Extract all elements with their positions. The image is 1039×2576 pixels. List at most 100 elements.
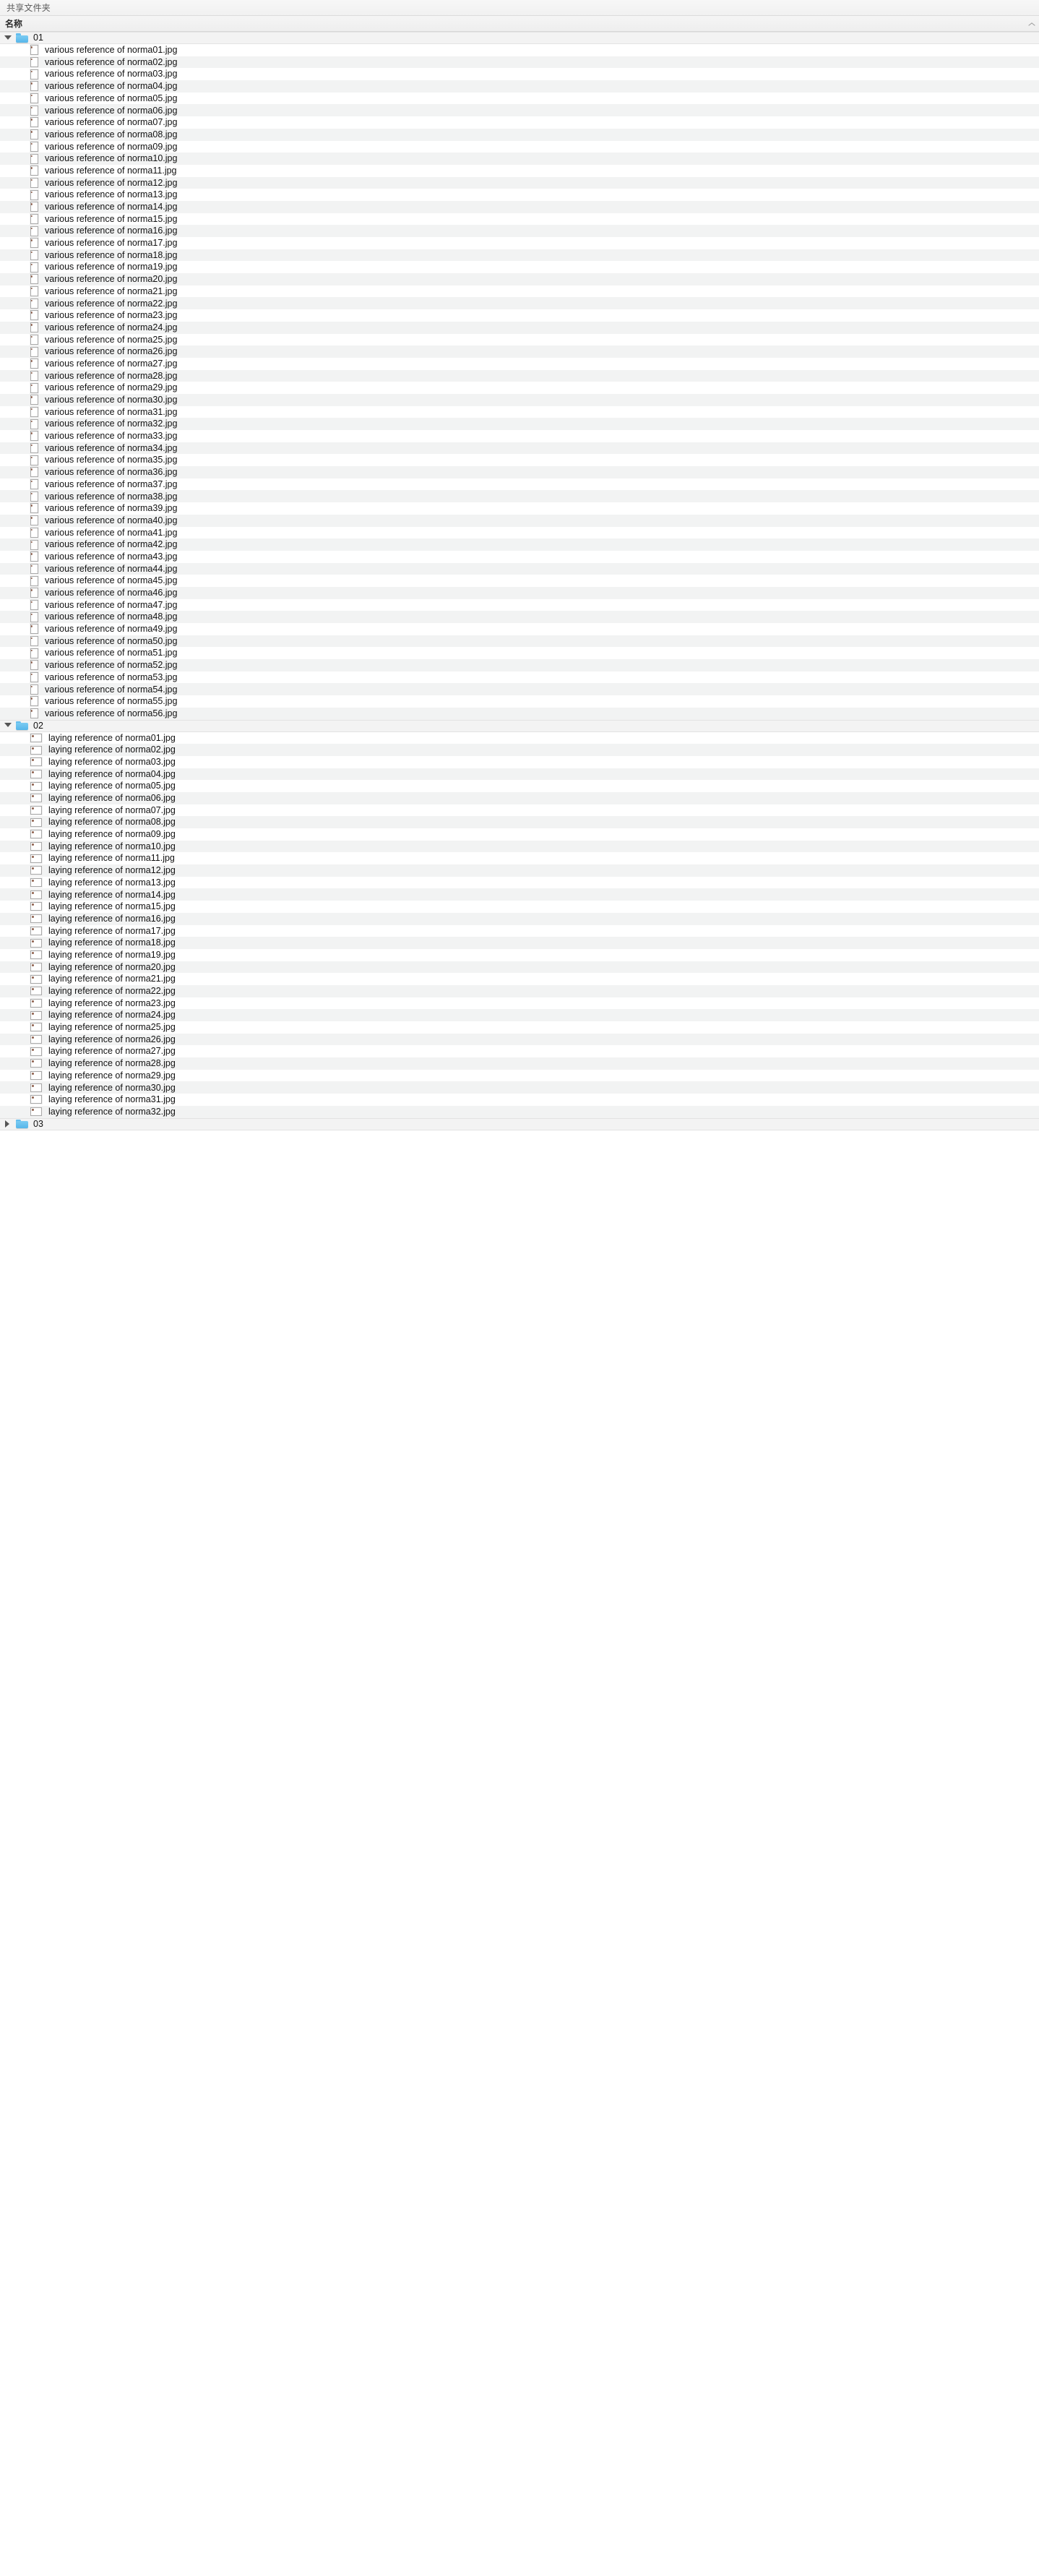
file-row[interactable]: various reference of norma12.jpg (0, 176, 1039, 189)
file-row[interactable]: laying reference of norma05.jpg (0, 780, 1039, 792)
file-row[interactable]: laying reference of norma19.jpg (0, 948, 1039, 961)
file-row[interactable]: laying reference of norma21.jpg (0, 973, 1039, 985)
column-header-name[interactable]: 名称 (0, 16, 1039, 32)
file-row[interactable]: various reference of norma29.jpg (0, 382, 1039, 394)
file-row[interactable]: laying reference of norma09.jpg (0, 828, 1039, 841)
file-row[interactable]: various reference of norma39.jpg (0, 502, 1039, 515)
file-row[interactable]: laying reference of norma11.jpg (0, 852, 1039, 865)
file-row[interactable]: laying reference of norma24.jpg (0, 1009, 1039, 1021)
file-row[interactable]: various reference of norma32.jpg (0, 418, 1039, 430)
file-row[interactable]: various reference of norma30.jpg (0, 393, 1039, 406)
file-row[interactable]: various reference of norma24.jpg (0, 321, 1039, 334)
file-row[interactable]: various reference of norma56.jpg (0, 707, 1039, 720)
file-row[interactable]: laying reference of norma18.jpg (0, 937, 1039, 949)
file-row[interactable]: various reference of norma07.jpg (0, 116, 1039, 129)
file-row[interactable]: laying reference of norma25.jpg (0, 1021, 1039, 1034)
file-row[interactable]: various reference of norma45.jpg (0, 575, 1039, 587)
file-row[interactable]: laying reference of norma27.jpg (0, 1045, 1039, 1058)
file-row[interactable]: various reference of norma08.jpg (0, 128, 1039, 141)
folder-row[interactable]: 02 (0, 719, 1039, 732)
file-row[interactable]: various reference of norma41.jpg (0, 526, 1039, 539)
file-row[interactable]: laying reference of norma01.jpg (0, 731, 1039, 744)
file-row[interactable]: various reference of norma01.jpg (0, 44, 1039, 56)
file-row[interactable]: various reference of norma48.jpg (0, 611, 1039, 623)
file-row[interactable]: various reference of norma25.jpg (0, 333, 1039, 346)
file-row[interactable]: laying reference of norma12.jpg (0, 864, 1039, 877)
file-row[interactable]: laying reference of norma32.jpg (0, 1105, 1039, 1118)
file-row[interactable]: laying reference of norma13.jpg (0, 876, 1039, 889)
file-row[interactable]: various reference of norma10.jpg (0, 153, 1039, 165)
file-row[interactable]: various reference of norma05.jpg (0, 92, 1039, 105)
folder-row[interactable]: 01 (0, 32, 1039, 44)
file-row[interactable]: laying reference of norma29.jpg (0, 1069, 1039, 1082)
file-row[interactable]: various reference of norma06.jpg (0, 104, 1039, 117)
file-row[interactable]: various reference of norma04.jpg (0, 80, 1039, 93)
file-row[interactable]: laying reference of norma22.jpg (0, 984, 1039, 997)
file-row[interactable]: various reference of norma50.jpg (0, 635, 1039, 648)
file-row[interactable]: various reference of norma02.jpg (0, 56, 1039, 69)
file-row[interactable]: various reference of norma19.jpg (0, 261, 1039, 274)
file-row[interactable]: various reference of norma33.jpg (0, 430, 1039, 442)
file-row[interactable]: various reference of norma52.jpg (0, 659, 1039, 671)
file-row[interactable]: various reference of norma27.jpg (0, 357, 1039, 370)
file-row[interactable]: various reference of norma42.jpg (0, 538, 1039, 551)
file-row[interactable]: laying reference of norma06.jpg (0, 791, 1039, 804)
file-row[interactable]: laying reference of norma10.jpg (0, 840, 1039, 853)
file-row[interactable]: various reference of norma16.jpg (0, 225, 1039, 237)
file-row[interactable]: various reference of norma15.jpg (0, 212, 1039, 226)
file-row[interactable]: laying reference of norma15.jpg (0, 901, 1039, 913)
image-thumbnail-icon (30, 202, 38, 212)
file-row[interactable]: various reference of norma44.jpg (0, 562, 1039, 575)
file-row[interactable]: various reference of norma55.jpg (0, 695, 1039, 708)
file-row[interactable]: laying reference of norma02.jpg (0, 744, 1039, 756)
file-row[interactable]: various reference of norma11.jpg (0, 164, 1039, 177)
file-row[interactable]: various reference of norma54.jpg (0, 683, 1039, 696)
file-row[interactable]: various reference of norma34.jpg (0, 442, 1039, 455)
file-row[interactable]: various reference of norma38.jpg (0, 490, 1039, 503)
file-row[interactable]: various reference of norma18.jpg (0, 249, 1039, 262)
file-row[interactable]: laying reference of norma20.jpg (0, 961, 1039, 974)
file-row[interactable]: laying reference of norma23.jpg (0, 997, 1039, 1010)
file-row[interactable]: laying reference of norma08.jpg (0, 816, 1039, 828)
file-row[interactable]: various reference of norma46.jpg (0, 586, 1039, 599)
file-row[interactable]: laying reference of norma14.jpg (0, 888, 1039, 901)
file-row[interactable]: laying reference of norma03.jpg (0, 755, 1039, 768)
file-row[interactable]: various reference of norma51.jpg (0, 647, 1039, 660)
file-row[interactable]: various reference of norma23.jpg (0, 309, 1039, 322)
file-row[interactable]: laying reference of norma30.jpg (0, 1081, 1039, 1094)
file-row[interactable]: various reference of norma49.jpg (0, 623, 1039, 635)
file-row[interactable]: laying reference of norma28.jpg (0, 1057, 1039, 1070)
file-row[interactable]: various reference of norma13.jpg (0, 189, 1039, 201)
file-row[interactable]: various reference of norma40.jpg (0, 514, 1039, 527)
file-row[interactable]: laying reference of norma04.jpg (0, 768, 1039, 781)
file-name-label: laying reference of norma29.jpg (48, 1070, 176, 1081)
file-row[interactable]: various reference of norma09.jpg (0, 140, 1039, 153)
image-thumbnail-icon (30, 153, 38, 164)
file-row[interactable]: various reference of norma20.jpg (0, 273, 1039, 285)
file-row[interactable]: various reference of norma22.jpg (0, 297, 1039, 310)
triangle-down-icon[interactable] (3, 33, 13, 43)
file-row[interactable]: various reference of norma28.jpg (0, 369, 1039, 382)
file-row[interactable]: laying reference of norma26.jpg (0, 1033, 1039, 1046)
triangle-down-icon[interactable] (3, 721, 13, 731)
file-row[interactable]: various reference of norma43.jpg (0, 550, 1039, 563)
file-row[interactable]: various reference of norma31.jpg (0, 405, 1039, 418)
file-row[interactable]: laying reference of norma17.jpg (0, 924, 1039, 937)
file-row[interactable]: various reference of norma36.jpg (0, 466, 1039, 478)
file-row[interactable]: various reference of norma17.jpg (0, 237, 1039, 249)
file-row[interactable]: various reference of norma53.jpg (0, 671, 1039, 684)
file-row[interactable]: laying reference of norma31.jpg (0, 1094, 1039, 1106)
file-row[interactable]: various reference of norma37.jpg (0, 478, 1039, 491)
file-row[interactable]: laying reference of norma07.jpg (0, 804, 1039, 817)
file-row[interactable]: various reference of norma21.jpg (0, 285, 1039, 298)
image-thumbnail-icon (30, 105, 38, 116)
file-row[interactable]: various reference of norma47.jpg (0, 598, 1039, 611)
chevron-up-icon[interactable] (1028, 20, 1035, 27)
file-row[interactable]: laying reference of norma16.jpg (0, 912, 1039, 925)
folder-row[interactable]: 03 (0, 1117, 1039, 1130)
file-row[interactable]: various reference of norma26.jpg (0, 345, 1039, 358)
file-row[interactable]: various reference of norma14.jpg (0, 200, 1039, 213)
triangle-right-icon[interactable] (3, 1119, 13, 1129)
file-row[interactable]: various reference of norma35.jpg (0, 454, 1039, 467)
file-row[interactable]: various reference of norma03.jpg (0, 68, 1039, 81)
